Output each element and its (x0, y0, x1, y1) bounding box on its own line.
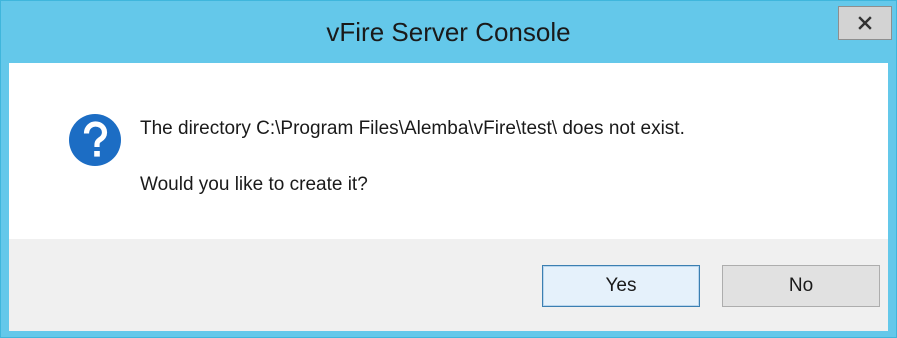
no-button[interactable]: No (722, 265, 880, 307)
window-title: vFire Server Console (326, 17, 571, 47)
dialog-window: vFire Server Console The directory C:\Pr… (0, 0, 897, 338)
title-bar[interactable]: vFire Server Console (1, 1, 896, 63)
dialog-content: The directory C:\Program Files\Alemba\vF… (9, 63, 888, 239)
button-bar: Yes No (9, 239, 888, 331)
question-icon (69, 114, 121, 166)
dialog-question: Would you like to create it? (140, 174, 368, 195)
dialog-message: The directory C:\Program Files\Alemba\vF… (140, 118, 685, 139)
close-button[interactable] (838, 6, 892, 40)
yes-button[interactable]: Yes (542, 265, 700, 307)
close-icon (858, 16, 872, 30)
